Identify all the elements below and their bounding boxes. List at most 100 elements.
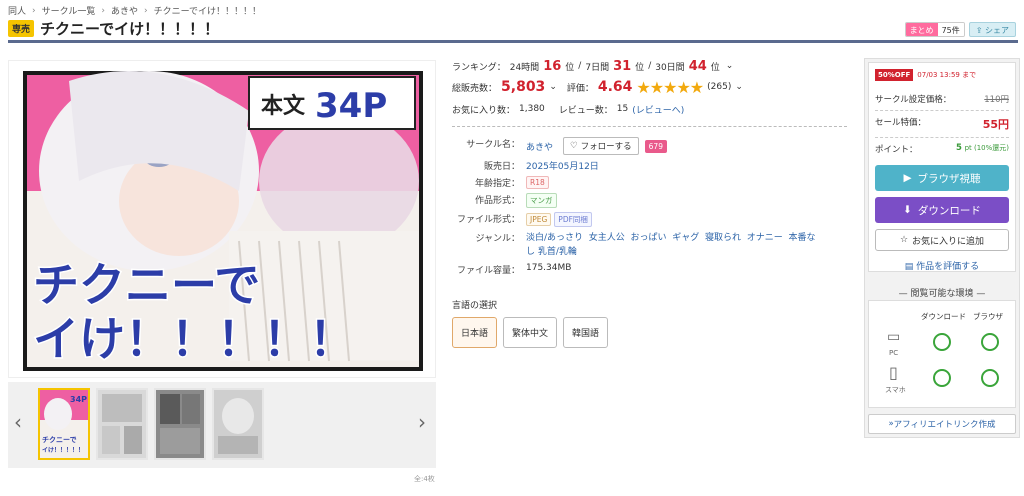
point-value: 5 [955,143,962,153]
ranking-unit: 位 [635,62,645,73]
chevron-right-icon: › [32,5,36,16]
file-type-tag[interactable]: PDF同梱 [554,212,592,227]
spec-label: ファイル形式： [456,215,520,225]
breadcrumb-item[interactable]: 同人 [8,4,26,17]
thumb-title-2: イけ！！！！！ [42,447,84,454]
page-title: チクニーでイけ！！！！！ [40,20,220,38]
genre-link[interactable]: おっぱい [631,233,667,243]
breadcrumb: 同人 › サークル一覧 › あきや › チクニーでイけ！！！！！ [8,4,262,18]
follow-button[interactable]: ♡ フォローする [563,137,639,155]
breadcrumb-item[interactable]: サークル一覧 [42,4,96,17]
chevron-down-icon[interactable]: ⌄ [726,61,734,71]
matome-button[interactable]: まとめ 75件 [904,22,965,37]
thumbnail-3[interactable] [154,388,206,460]
ranking-row: ランキング： 24時間 16 位 / 7日間 31 位 / 30日間 44 位 … [452,58,852,74]
chevron-right-icon[interactable]: › [418,410,426,434]
genre-link[interactable]: ギャグ [672,233,699,243]
genre-link[interactable]: オナニー [747,233,783,243]
breadcrumb-item[interactable]: あきや [111,4,138,17]
chevron-down-icon[interactable]: ⌄ [549,82,557,92]
circle-link[interactable]: あきや [526,140,553,153]
file-type-tag[interactable]: JPEG [526,213,552,226]
ranking-24h-label: 24時間 [509,62,540,73]
ranking-30d-label: 30日間 [655,62,685,73]
add-favorite-button[interactable]: ☆ お気に入りに追加 [875,229,1009,251]
thumbnail-art: 34P チクニーで イけ！！！！！ [40,390,88,458]
reviews-link[interactable]: (レビューへ) [632,103,684,116]
favorites-value: 1,380 [519,104,545,114]
browser-view-button[interactable]: ▶ ブラウザ視聴 [875,165,1009,191]
main-product-image[interactable]: 本文 34P チクニーで イけ！！！！！ [8,60,436,378]
gallery-count: 全:4枚 [414,475,435,483]
spec-table: サークル名： あきや ♡ フォローする 679 販売日： 2025年05月12日 … [452,137,852,276]
cover-headline-2: イけ！！！！！ [33,312,355,366]
share-button[interactable]: ⇪ シェア [968,22,1016,37]
file-size: 175.34MB [526,263,572,273]
age-rating-tag[interactable]: R18 [526,176,549,189]
cover-pages-num: 34P [315,86,387,126]
cover-pages-label: 本文 [261,93,306,119]
chevron-right-icon: › [101,5,105,16]
ranking-unit: 位 [565,62,575,73]
env-sp-label: スマホ [885,386,906,394]
rate-link[interactable]: ▤ 作品を評価する [875,259,1009,272]
list-price-row: サークル設定価格： 110円 [875,93,1009,105]
thumbnail-4[interactable] [212,388,264,460]
favorites-row: お気に入り数： 1,380 レビュー数： 15 (レビューへ) [452,100,852,118]
language-option-ja[interactable]: 日本語 [452,317,498,348]
sales-label: 総販売数： [452,83,498,94]
format-tag[interactable]: マンガ [526,193,557,208]
ranking-7d-value: 31 [613,58,632,74]
spec-circle: あきや ♡ フォローする 679 [526,137,852,155]
header-buttons: まとめ 75件 ⇪ シェア [904,22,1016,37]
env-title: — 閲覧可能な環境 — [898,289,986,299]
add-favorite-label: お気に入りに追加 [912,236,985,247]
play-icon: ▶ [903,172,912,184]
star-rating-icon: ★★★★★ [636,77,704,97]
genre-link[interactable]: 淡白/あっさり [526,233,583,243]
env-pc-label: PC [889,349,899,357]
genre-list: 淡白/あっさり 女主人公 おっぱい ギャグ 寝取られ オナニー 本番なし 乳首/… [526,231,816,259]
spec-label: 販売日： [483,162,520,172]
spec-label: ジャンル： [475,234,520,244]
chevron-down-icon[interactable]: ⌄ [735,82,743,92]
breadcrumb-current: チクニーでイけ！！！！！ [153,7,262,17]
cover-headline-1: チクニーで [33,258,260,312]
language-option-zh[interactable]: 繁体中文 [503,317,558,348]
available-circle-icon [981,333,999,351]
ranking-30d-value: 44 [688,58,707,74]
thumbnail-2[interactable] [96,388,148,460]
reviews-value: 15 [616,104,629,114]
download-icon: ⬇ [903,204,912,216]
review-count: (265) [707,82,732,92]
spec-label: ファイル容量： [456,266,520,276]
download-label: ダウンロード [917,204,981,217]
heart-icon: ♡ [570,141,578,151]
thumbnail-1[interactable]: 34P チクニーで イけ！！！！！ [38,388,90,460]
genre-link[interactable]: 女主人公 [589,233,625,243]
favorites-label: お気に入り数： [452,105,516,116]
genre-link[interactable]: 寝取られ [705,233,741,243]
chevron-left-icon[interactable]: ‹ [14,410,22,434]
thumbnail-art [98,390,146,458]
spec-label: サークル名： [466,140,520,150]
ranking-sep: / [578,61,582,71]
follow-count: 679 [644,139,667,153]
ranking-label: ランキング： [452,62,506,73]
language-options: 日本語 繁体中文 韓国語 [452,317,852,348]
release-date-link[interactable]: 2025年05月12日 [526,162,599,172]
env-title-label: 閲覧可能な環境 [910,289,974,299]
share-label: シェア [985,26,1009,35]
sale-price-row: セール特価： 55円 [875,116,1009,132]
genre-link[interactable]: 乳首/乳輪 [538,247,577,257]
sales-value: 5,803 [501,79,546,95]
star-icon: ☆ [899,235,909,245]
env-box: ダウンロード ブラウザ ▭ PC ▯ スマホ [868,300,1016,408]
ranking-unit: 位 [710,62,720,73]
language-option-ko[interactable]: 韓国語 [563,317,609,348]
header-divider [8,40,1018,43]
download-button[interactable]: ⬇ ダウンロード [875,197,1009,223]
affiliate-link-button[interactable]: » アフィリエイトリンク作成 [868,414,1016,434]
point-label: ポイント： [875,145,918,155]
exclusive-badge: 専売 [8,20,35,37]
